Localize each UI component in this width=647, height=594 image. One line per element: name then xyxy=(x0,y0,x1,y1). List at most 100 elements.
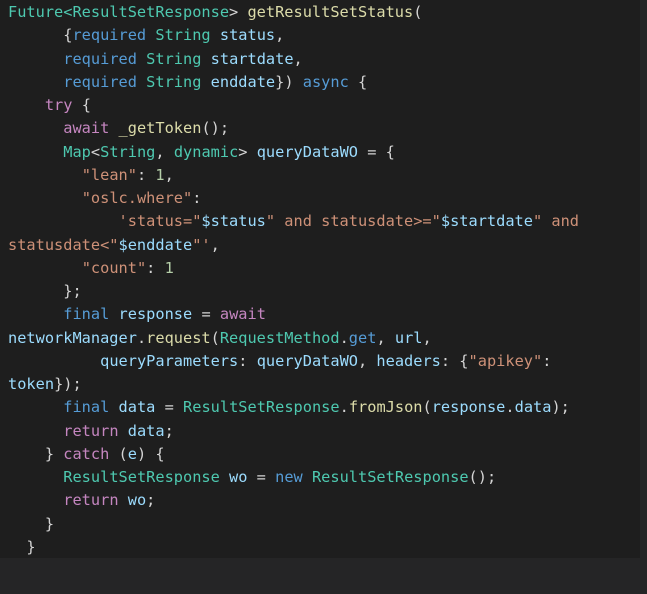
code-token: > xyxy=(229,3,248,21)
code-line[interactable]: final data = ResultSetResponse.fromJson(… xyxy=(8,396,579,419)
code-line[interactable]: await _getToken(); xyxy=(8,117,579,140)
code-token: enddate xyxy=(210,72,276,91)
code-token: queryParameters xyxy=(100,351,239,370)
code-token: : xyxy=(542,351,552,370)
code-token: . xyxy=(505,398,515,417)
code-token: wo xyxy=(229,468,248,486)
code-line[interactable]: return wo; xyxy=(8,489,579,512)
code-token: ); xyxy=(551,398,570,417)
code-line[interactable]: final response = await xyxy=(8,303,579,326)
code-token: headers xyxy=(376,351,441,370)
code-line[interactable]: } xyxy=(8,513,579,536)
code-token: } xyxy=(8,514,55,533)
code-token: required xyxy=(63,72,137,91)
code-token: statusdate<" xyxy=(8,235,119,254)
code-token: . xyxy=(339,328,349,347)
editor-right-gutter xyxy=(640,0,647,594)
code-line[interactable]: return data; xyxy=(8,420,579,443)
code-token: response xyxy=(118,305,193,324)
code-line[interactable]: } catch (e) { xyxy=(8,443,579,466)
code-token: = xyxy=(247,468,276,486)
code-line[interactable]: queryParameters: queryDataWO, headers: {… xyxy=(8,350,579,373)
code-line[interactable]: statusdate<"$enddate"', xyxy=(8,234,579,257)
code-token: : xyxy=(136,165,156,184)
code-line[interactable]: Map<String, dynamic> queryDataWO = { xyxy=(8,141,579,164)
code-token: > xyxy=(238,142,257,161)
code-token: , xyxy=(164,165,174,184)
code-line[interactable]: "oslc.where": xyxy=(8,187,579,210)
code-token: , xyxy=(210,235,220,254)
code-token: async xyxy=(302,72,349,91)
code-token: . xyxy=(136,328,147,347)
code-line[interactable]: try { xyxy=(8,94,579,117)
code-line[interactable]: required String enddate}) async { xyxy=(8,71,579,94)
code-token: } xyxy=(8,444,64,463)
code-line[interactable]: ResultSetResponse wo = new ResultSetResp… xyxy=(8,466,579,489)
code-token: data xyxy=(514,398,552,417)
code-token: , xyxy=(293,49,303,68)
code-token: startdate xyxy=(210,49,294,68)
code-line[interactable]: "lean": 1, xyxy=(8,164,579,187)
code-token: = xyxy=(192,305,220,324)
code-editor[interactable]: Future<ResultSetResponse> getResultSetSt… xyxy=(0,0,640,558)
code-token: return xyxy=(63,421,119,440)
code-line[interactable]: {required String status, xyxy=(8,24,579,47)
code-line[interactable]: } xyxy=(8,536,579,558)
code-token: }); xyxy=(54,375,82,393)
code-token: : xyxy=(146,258,165,277)
code-token: , xyxy=(155,142,174,161)
code-token: ; xyxy=(146,491,156,510)
code-token: : xyxy=(238,351,257,370)
code-token: { xyxy=(72,96,91,114)
code-token: : { xyxy=(440,351,469,370)
code-token: get xyxy=(348,328,377,347)
code-token: ; xyxy=(164,421,174,440)
code-line[interactable]: token}); xyxy=(8,373,579,396)
code-token: 1 xyxy=(164,258,174,277)
code-token: wo xyxy=(127,491,147,510)
code-line[interactable]: 'status="$status" and statusdate>="$star… xyxy=(8,210,580,233)
code-token: dynamic xyxy=(173,142,239,161)
code-token: data xyxy=(118,398,156,417)
code-token: final xyxy=(63,398,110,417)
code-token: }; xyxy=(8,282,82,300)
code-token: " and statusdate>=" xyxy=(265,212,441,231)
code-line[interactable]: }; xyxy=(8,280,579,303)
code-line[interactable]: required String startdate, xyxy=(8,48,579,71)
code-line[interactable]: networkManager.request(RequestMethod.get… xyxy=(8,327,579,350)
code-token: ResultSetResponse xyxy=(63,468,220,486)
code-line[interactable]: "count": 1 xyxy=(8,257,579,280)
code-token: = { xyxy=(358,142,395,161)
code-token: String xyxy=(146,72,202,91)
code-token: } xyxy=(8,537,36,556)
code-token: . xyxy=(339,398,349,417)
code-token: ( xyxy=(109,444,128,463)
code-token: ( xyxy=(210,328,220,347)
code-token: final xyxy=(63,305,110,324)
code-token: "' xyxy=(192,235,211,254)
code-token: queryDataWO xyxy=(256,142,359,161)
code-token: e xyxy=(127,444,137,463)
code-line[interactable]: Future<ResultSetResponse> getResultSetSt… xyxy=(8,1,579,24)
code-token: 'status=" xyxy=(118,212,202,231)
code-token: : xyxy=(192,189,202,207)
code-token: = xyxy=(155,398,184,417)
